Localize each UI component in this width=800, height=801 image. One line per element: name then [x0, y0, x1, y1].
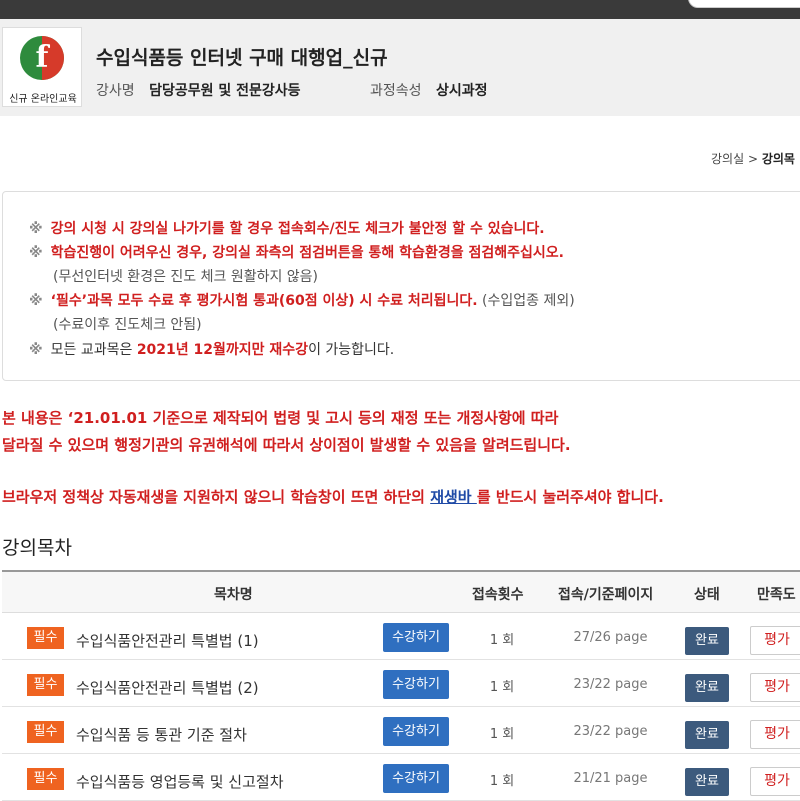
- status-badge: 완료: [685, 768, 729, 796]
- alert-line-2: 달라질 수 있으며 행정기관의 유권해석에 따라서 상이점이 발생할 수 있음을…: [2, 436, 571, 454]
- header-pages: 접속/기준페이지: [558, 587, 654, 603]
- access-count: 1 회: [489, 774, 515, 789]
- rate-button[interactable]: 평가: [750, 626, 800, 655]
- required-badge: 필수: [27, 674, 64, 696]
- status-badge: 완료: [685, 721, 729, 749]
- table-header: 목차명 접속횟수 접속/기준페이지 상태 만족도: [2, 572, 800, 613]
- status-badge: 완료: [685, 674, 729, 702]
- required-badge: 필수: [27, 768, 64, 790]
- instructor-value: 담당공무원 및 전문강사등: [149, 83, 301, 99]
- status-badge: 완료: [685, 627, 729, 655]
- course-type-meta: 과정속성 상시과정: [370, 80, 488, 100]
- logo-icon: f: [20, 36, 64, 80]
- breadcrumb-separator: >: [747, 152, 759, 166]
- table-row: 필수 수입식품 등 통관 기준 절차 수강하기 1 회 23/22 page 완…: [2, 707, 800, 754]
- page-progress: 27/26 page: [573, 630, 648, 645]
- course-type-value: 상시과정: [435, 83, 488, 99]
- notice-mark: ※: [29, 245, 43, 261]
- course-type-label: 과정속성: [370, 83, 422, 99]
- rate-button[interactable]: 평가: [750, 767, 800, 796]
- table-row: 필수 수입식품안전관리 특별법 (2) 수강하기 1 회 23/22 page …: [2, 660, 800, 707]
- lesson-title: 수입식품안전관리 특별법 (1): [76, 632, 259, 650]
- lesson-title: 수입식품등 영업등록 및 신고절차: [76, 773, 284, 791]
- notice-mark: ※: [29, 293, 43, 309]
- notice-mark: ※: [29, 342, 43, 358]
- instructor-meta: 강사명 담당공무원 및 전문강사등: [96, 80, 301, 100]
- access-count: 1 회: [489, 633, 515, 648]
- header-count: 접속횟수: [472, 587, 524, 603]
- notice-line-6: ※ 모든 교과목은 2021년 12월까지만 재수강이 가능합니다.: [29, 342, 395, 358]
- instructor-label: 강사명: [96, 83, 135, 99]
- start-lesson-button[interactable]: 수강하기: [383, 670, 449, 699]
- play-bar-link[interactable]: 재생바: [430, 488, 477, 506]
- table-row: 필수 수입식품등 영업등록 및 신고절차 수강하기 1 회 21/21 page…: [2, 754, 800, 801]
- logo: f 신규 온라인교육: [2, 27, 82, 107]
- required-badge: 필수: [27, 627, 64, 649]
- toc-title: 강의목차: [2, 537, 72, 559]
- alert-line-1: 본 내용은 ‘21.01.01 기준으로 제작되어 법령 및 고시 등의 재정 …: [2, 409, 559, 427]
- notice-line-2: ※ 학습진행이 어려우신 경우, 강의실 좌측의 점검버튼을 통해 학습환경을 점…: [29, 245, 564, 261]
- notice-line-3: (무선인터넷 환경은 진도 체크 원활하지 않음): [53, 269, 319, 285]
- rate-button[interactable]: 평가: [750, 673, 800, 702]
- top-bar: [0, 0, 800, 19]
- notice-line-1: ※ 강의 시청 시 강의실 나가기를 할 경우 접속회수/진도 체크가 불안정 할…: [29, 221, 545, 237]
- start-lesson-button[interactable]: 수강하기: [383, 623, 449, 652]
- notice-line-4: ※ ‘필수’과목 모두 수료 후 평가시험 통과(60점 이상) 시 수료 처리됩…: [29, 293, 575, 309]
- lesson-title: 수입식품 등 통관 기준 절차: [76, 726, 247, 744]
- page-progress: 23/22 page: [573, 724, 648, 739]
- course-header: f 신규 온라인교육 수입식품등 인터넷 구매 대행업_신규 강사명 담당공무원…: [0, 19, 800, 116]
- notice-mark: ※: [29, 221, 43, 237]
- header-status: 상태: [694, 587, 720, 603]
- alert-line-3: 브라우저 정책상 자동재생을 지원하지 않으니 학습창이 뜨면 하단의 재생바 …: [2, 488, 664, 506]
- notice-line-5: (수료이후 진도체크 안됨): [53, 317, 202, 333]
- breadcrumb-classroom[interactable]: 강의실: [711, 152, 744, 166]
- required-badge: 필수: [27, 721, 64, 743]
- access-count: 1 회: [489, 680, 515, 695]
- start-lesson-button[interactable]: 수강하기: [383, 764, 449, 793]
- header-rating: 만족도: [757, 587, 796, 603]
- notice-box: ※ 강의 시청 시 강의실 나가기를 할 경우 접속회수/진도 체크가 불안정 할…: [2, 191, 800, 381]
- page-progress: 21/21 page: [573, 771, 648, 786]
- breadcrumb-current: 강의목: [761, 152, 795, 166]
- course-title: 수입식품등 인터넷 구매 대행업_신규: [96, 47, 388, 69]
- start-lesson-button[interactable]: 수강하기: [383, 717, 449, 746]
- search-field[interactable]: [688, 0, 800, 8]
- access-count: 1 회: [489, 727, 515, 742]
- page-progress: 23/22 page: [573, 677, 648, 692]
- breadcrumb: 강의실 > 강의목: [711, 150, 795, 167]
- table-row: 필수 수입식품안전관리 특별법 (1) 수강하기 1 회 27/26 page …: [2, 613, 800, 660]
- logo-text: 신규 온라인교육: [9, 94, 77, 105]
- lesson-title: 수입식품안전관리 특별법 (2): [76, 679, 259, 697]
- header-name: 목차명: [214, 587, 253, 603]
- rate-button[interactable]: 평가: [750, 720, 800, 749]
- toc-table: 목차명 접속횟수 접속/기준페이지 상태 만족도 필수 수입식품안전관리 특별법…: [2, 570, 800, 801]
